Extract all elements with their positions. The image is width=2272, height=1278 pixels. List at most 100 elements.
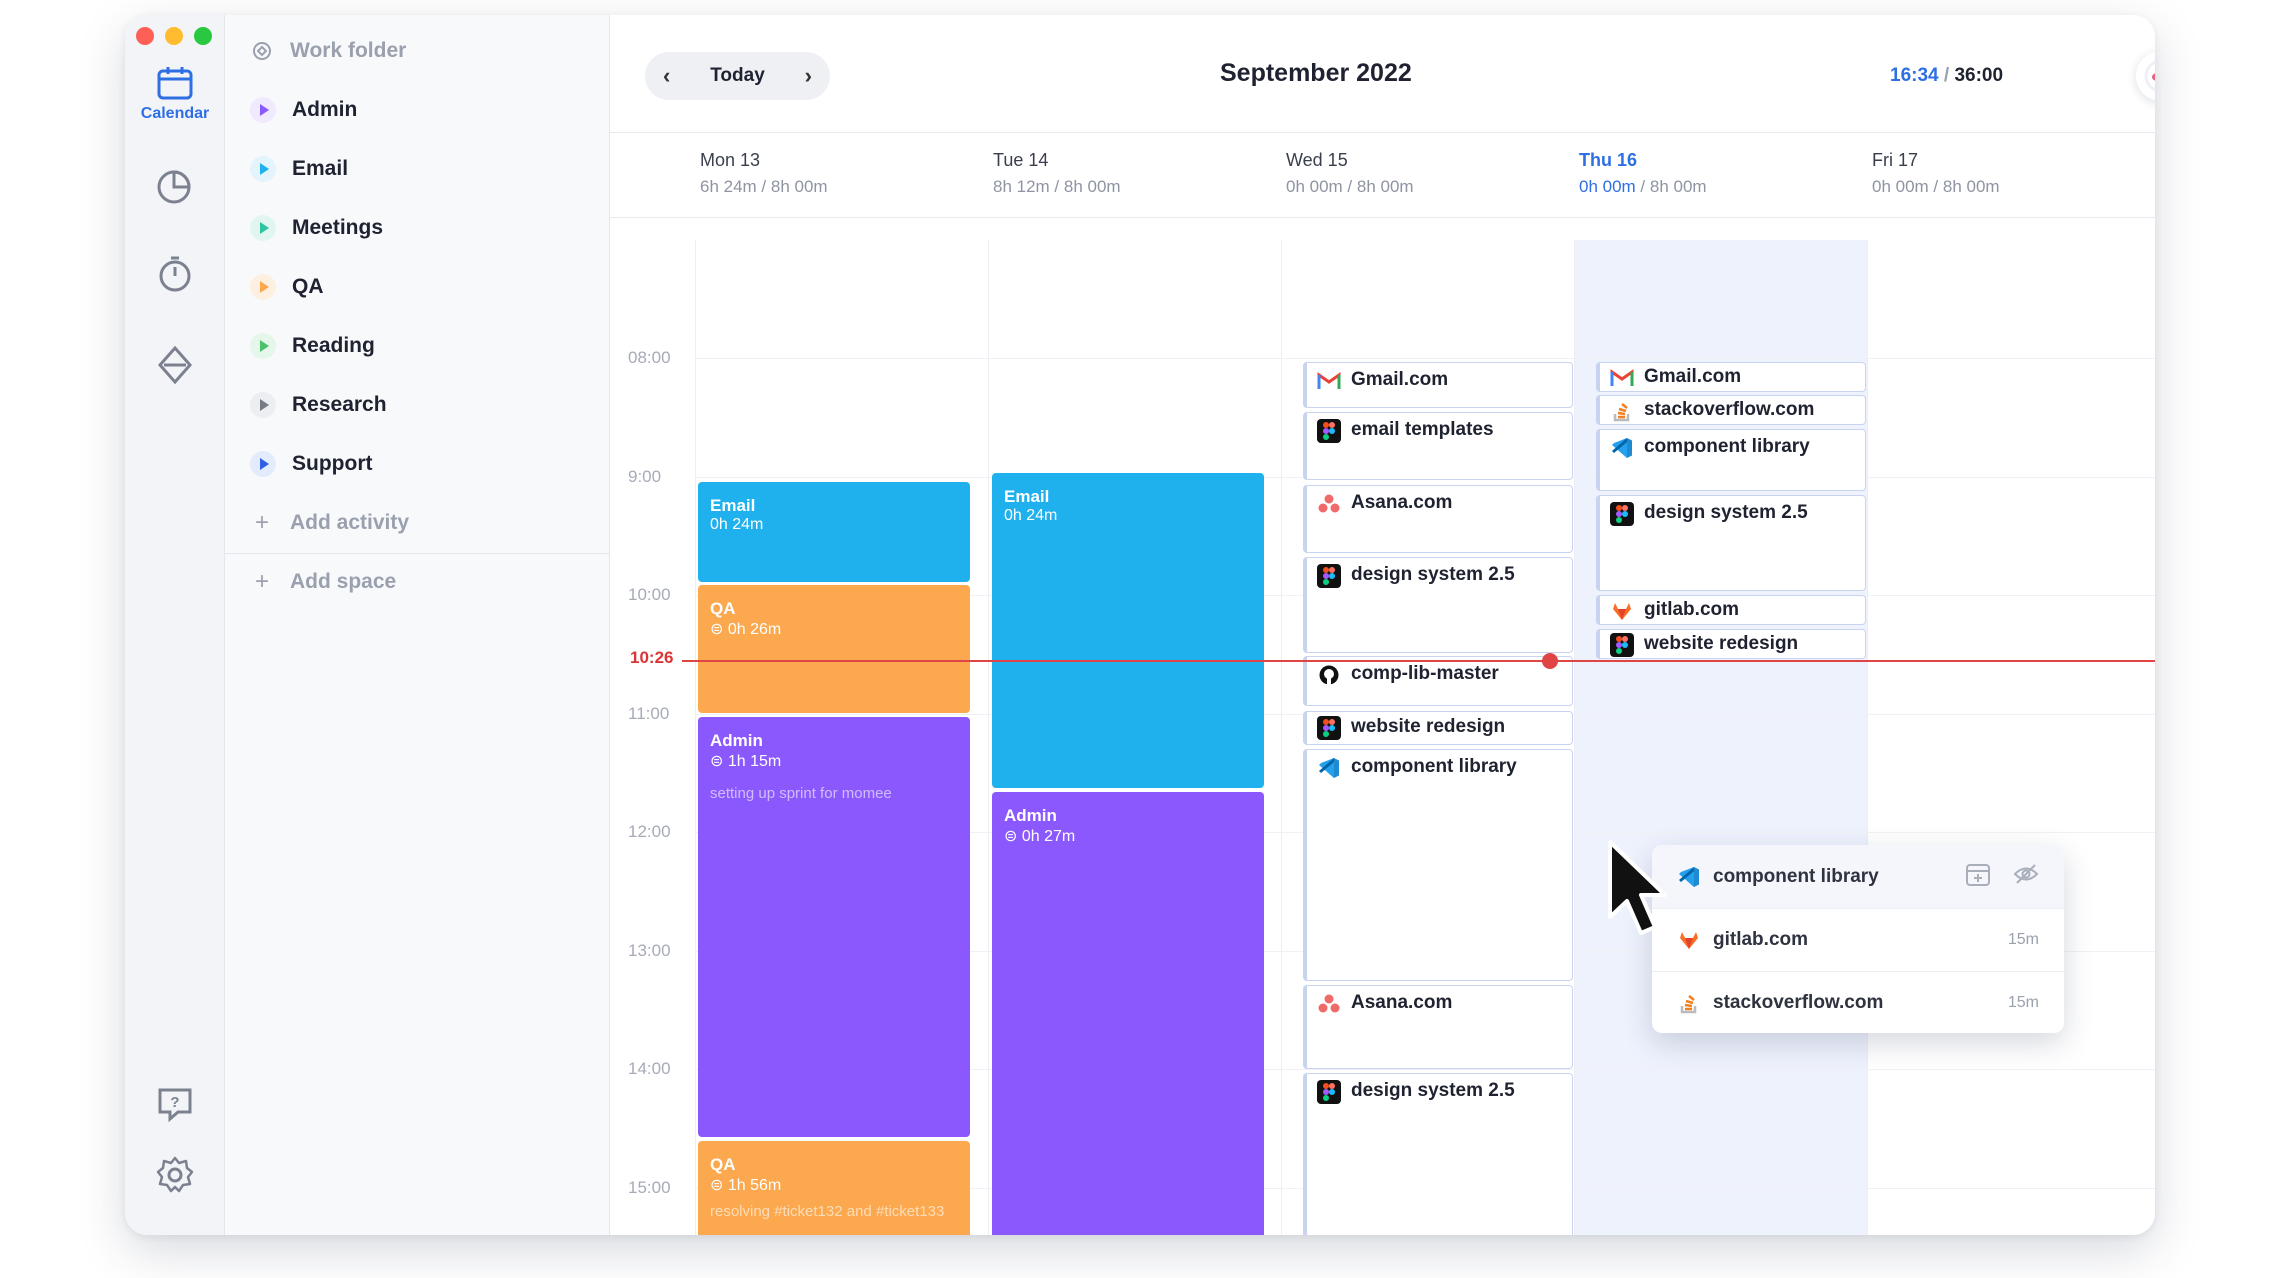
app-entry[interactable]: email templates [1303, 412, 1573, 480]
hour-label: 11:00 [628, 704, 670, 723]
app-entry[interactable]: website redesign [1596, 629, 1866, 659]
activity-label: Admin [292, 98, 358, 121]
rail-timer[interactable] [125, 255, 225, 293]
day-header-tue[interactable]: Tue 14 8h 12m / 8h 00m [988, 150, 1281, 197]
activity-label: QA [292, 275, 324, 298]
week-grid[interactable]: 08:00 9:00 10:00 11:00 12:00 13:00 14:00… [610, 240, 2155, 1235]
plus-icon: + [254, 568, 269, 595]
hour-label: 10:00 [628, 585, 671, 604]
chevron-left-icon[interactable]: ‹ [663, 63, 670, 89]
hour-label: 08:00 [628, 348, 671, 367]
app-entry[interactable]: Asana.com [1303, 985, 1573, 1069]
day-name: Thu 16 [1579, 150, 1638, 170]
popover-item-label: gitlab.com [1713, 929, 1809, 950]
app-entry[interactable]: stackoverflow.com [1596, 395, 1866, 425]
rail-calendar-label: Calendar [140, 105, 210, 122]
add-activity-button[interactable]: + Add activity [250, 503, 409, 543]
app-label: comp-lib-master [1351, 663, 1499, 684]
work-folder[interactable]: Work folder [250, 31, 406, 71]
hour-label: 9:00 [628, 467, 662, 486]
event-duration: ⊜ 1h 15m [710, 753, 782, 770]
app-entry[interactable]: Asana.com [1303, 485, 1573, 553]
app-rail: Calendar ? [125, 15, 225, 1235]
app-label: Gmail.com [1351, 369, 1449, 390]
zoom-window-button[interactable] [194, 27, 212, 45]
activity-email[interactable]: Email [250, 149, 348, 189]
event-duration: ⊜ 0h 27m [1004, 828, 1076, 845]
app-entry[interactable]: website redesign [1303, 711, 1573, 745]
activity-admin[interactable]: Admin [250, 90, 357, 130]
hour-label: 15:00 [628, 1178, 671, 1197]
day-header-thu[interactable]: Thu 16 0h 00m / 8h 00m [1574, 150, 1867, 197]
event-email[interactable]: Email 0h 24m [992, 473, 1264, 788]
event-qa[interactable]: QA ⊜ 0h 26m [698, 585, 970, 713]
rail-calendar[interactable]: Calendar [125, 65, 225, 123]
day-total: 0h 00m / 8h 00m [1286, 177, 1414, 196]
app-entry[interactable]: design system 2.5 [1303, 557, 1573, 653]
day-name: Mon 13 [700, 150, 761, 170]
activity-support[interactable]: Support [250, 444, 372, 484]
rail-reports[interactable] [125, 167, 225, 205]
app-entry[interactable]: comp-lib-master [1303, 656, 1573, 706]
rail-settings[interactable] [125, 1155, 225, 1195]
activity-research[interactable]: Research [250, 385, 387, 425]
header-divider [610, 217, 2155, 218]
figma-icon [1610, 633, 1634, 657]
activity-qa[interactable]: QA [250, 267, 324, 307]
popover-item[interactable]: stackoverflow.com 15m [1652, 971, 2064, 1034]
activity-meetings[interactable]: Meetings [250, 208, 383, 248]
popover-item-label: component library [1713, 865, 1879, 887]
app-entry[interactable]: design system 2.5 [1596, 495, 1866, 591]
stackoverflow-icon [1677, 991, 1701, 1015]
event-admin[interactable]: Admin ⊜ 0h 27m [992, 792, 1264, 1235]
event-admin[interactable]: Admin ⊜ 1h 15m setting up sprint for mom… [698, 717, 970, 1137]
app-entry[interactable]: component library [1596, 429, 1866, 491]
day-header-wed[interactable]: Wed 15 0h 00m / 8h 00m [1281, 150, 1574, 197]
popover-item[interactable]: component library [1652, 845, 2064, 908]
app-entry[interactable]: gitlab.com [1596, 595, 1866, 625]
gmail-icon [1317, 369, 1341, 393]
chevron-right-icon[interactable]: › [805, 63, 812, 89]
app-entry[interactable]: Gmail.com [1596, 362, 1866, 392]
day-header-mon[interactable]: Mon 13 6h 24m / 8h 00m [695, 150, 988, 197]
minimize-window-button[interactable] [165, 27, 183, 45]
event-note: setting up sprint for momee [710, 785, 892, 802]
app-label: component library [1351, 756, 1517, 777]
day-total: 6h 24m / 8h 00m [700, 177, 828, 196]
app-entry[interactable]: component library [1303, 749, 1573, 981]
event-email[interactable]: Email 0h 24m [698, 482, 970, 582]
event-qa[interactable]: QA ⊜ 1h 56m resolving #ticket132 and #ti… [698, 1141, 970, 1235]
figma-icon [1610, 502, 1634, 526]
hour-line [695, 358, 2155, 359]
rail-projects[interactable] [125, 345, 225, 385]
stackoverflow-icon [1610, 399, 1634, 423]
rail-help[interactable]: ? [125, 1085, 225, 1123]
app-label: design system 2.5 [1351, 1080, 1515, 1101]
timer-current: 16:34 [1890, 65, 1939, 86]
date-navigator: ‹ Today › [645, 52, 830, 100]
event-title: QA [710, 599, 736, 618]
close-window-button[interactable] [136, 27, 154, 45]
day-header-fri[interactable]: Fri 17 0h 00m / 8h 00m [1867, 150, 2155, 197]
progress-ring-icon[interactable] [2136, 51, 2155, 101]
app-label: website redesign [1644, 633, 1799, 654]
day-column-fri[interactable] [1867, 240, 2155, 1235]
window-controls [136, 27, 212, 45]
plus-icon: + [254, 509, 269, 536]
popover-item[interactable]: gitlab.com 15m [1652, 908, 2064, 971]
activity-label: Email [292, 157, 349, 180]
eye-off-icon[interactable] [2013, 863, 2039, 891]
add-space-button[interactable]: + Add space [250, 562, 396, 602]
today-button[interactable]: Today [710, 65, 765, 87]
day-total: 0h 00m / 8h 00m [1579, 177, 1707, 196]
activity-reading[interactable]: Reading [250, 326, 375, 366]
add-activity-label: Add activity [290, 511, 410, 534]
play-icon [250, 451, 276, 477]
app-entry[interactable]: Gmail.com [1303, 362, 1573, 408]
event-title: QA [710, 1155, 736, 1174]
figma-icon [1317, 419, 1341, 443]
app-label: stackoverflow.com [1644, 399, 1815, 420]
mouse-cursor-icon [1608, 840, 1667, 935]
app-entry[interactable]: design system 2.5 [1303, 1073, 1573, 1235]
calendar-add-icon[interactable] [1965, 861, 1991, 893]
